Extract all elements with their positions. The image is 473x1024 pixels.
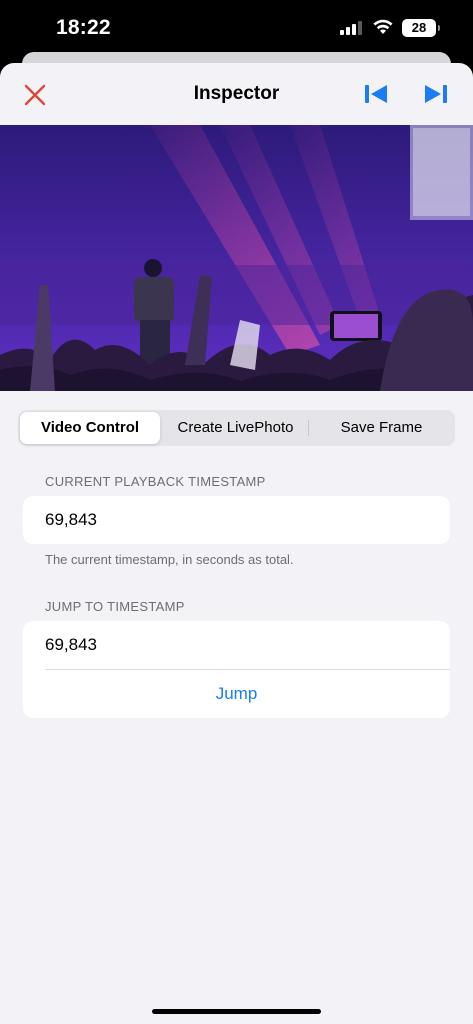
skip-forward-icon[interactable]: [424, 83, 448, 105]
tab-video-control[interactable]: Video Control: [20, 412, 160, 444]
current-timestamp-card: 69,843: [23, 496, 450, 544]
status-bar: 18:22 28: [0, 0, 473, 56]
jump-timestamp-card: 69,843 Jump: [23, 621, 450, 718]
cellular-signal-icon: [340, 21, 362, 35]
inspector-sheet: Inspector Video Control Create LivePhoto…: [0, 63, 473, 1024]
wifi-icon: [373, 19, 393, 34]
page-title: Inspector: [193, 83, 280, 104]
video-preview[interactable]: [0, 125, 473, 391]
segment-divider: [308, 420, 309, 436]
current-timestamp-header: CURRENT PLAYBACK TIMESTAMP: [45, 474, 266, 489]
tab-create-livephoto[interactable]: Create LivePhoto: [164, 412, 307, 444]
segmented-control: Video Control Create LivePhoto Save Fram…: [18, 410, 455, 446]
current-timestamp-footer: The current timestamp, in seconds as tot…: [45, 552, 294, 567]
card-separator: [45, 669, 450, 670]
status-time: 18:22: [56, 16, 111, 39]
jump-button[interactable]: Jump: [23, 684, 450, 704]
battery-icon: 28: [402, 19, 440, 37]
navigation-bar: Inspector: [0, 63, 473, 125]
home-indicator: [152, 1009, 321, 1014]
tab-save-frame[interactable]: Save Frame: [310, 412, 453, 444]
current-timestamp-value: 69,843: [45, 510, 97, 529]
jump-timestamp-header: JUMP TO TIMESTAMP: [45, 599, 185, 614]
jump-timestamp-input[interactable]: 69,843: [45, 635, 434, 655]
skip-back-icon[interactable]: [364, 83, 388, 105]
